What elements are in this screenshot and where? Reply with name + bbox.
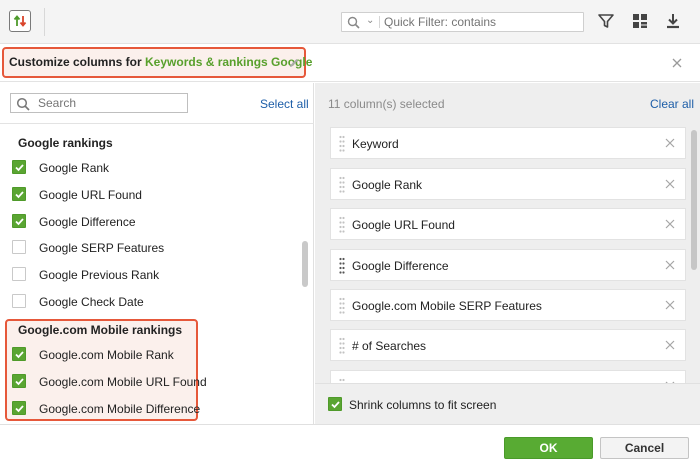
checkbox-checked[interactable]: [328, 397, 342, 411]
drag-handle-icon[interactable]: [339, 257, 345, 275]
group-title-google-rankings: Google rankings: [18, 136, 113, 150]
column-option-label: Google.com Mobile Difference: [39, 402, 201, 416]
column-option-google-difference[interactable]: Google Difference: [12, 214, 292, 232]
checkbox-checked[interactable]: [12, 214, 26, 228]
column-option-label: Google Previous Rank: [39, 268, 160, 282]
selected-column-partial[interactable]: [330, 370, 686, 383]
column-option-google-mobile-rank[interactable]: Google.com Mobile Rank: [12, 347, 292, 365]
shrink-columns-option[interactable]: Shrink columns to fit screen: [315, 383, 700, 424]
drag-handle-icon[interactable]: [339, 337, 345, 355]
column-option-google-mobile-url-found[interactable]: Google.com Mobile URL Found: [12, 374, 292, 392]
column-option-google-check-date[interactable]: Google Check Date: [12, 294, 292, 312]
selected-column-keyword[interactable]: Keyword: [330, 127, 686, 159]
selected-column-google-mobile-serp-features[interactable]: Google.com Mobile SERP Features: [330, 289, 686, 321]
selected-column-number-of-searches[interactable]: # of Searches: [330, 329, 686, 361]
column-option-label: Google Difference: [39, 215, 136, 229]
drag-handle-icon[interactable]: [339, 135, 345, 153]
checkbox-checked[interactable]: [12, 187, 26, 201]
dialog-footer: OK Cancel: [0, 424, 700, 468]
available-columns-pane: Select all Google rankings Google Rank G…: [0, 83, 314, 424]
column-option-google-url-found[interactable]: Google URL Found: [12, 187, 292, 205]
search-icon: [347, 16, 360, 29]
chevron-down-icon[interactable]: ⌄: [366, 15, 374, 26]
quick-filter-input[interactable]: [384, 14, 579, 30]
column-option-label: Google.com Mobile Rank: [39, 348, 174, 362]
column-option-label: Google SERP Features: [39, 241, 165, 255]
remove-icon[interactable]: [665, 179, 675, 189]
checkbox-checked[interactable]: [12, 160, 26, 174]
rank-tracker-icon[interactable]: [9, 10, 31, 32]
selected-columns-pane: 11 column(s) selected Clear all Keyword …: [315, 83, 700, 424]
checkbox-checked[interactable]: [12, 347, 26, 361]
remove-icon[interactable]: [665, 260, 675, 270]
remove-icon[interactable]: [665, 340, 675, 350]
remove-icon[interactable]: [665, 219, 675, 229]
selected-count: 11 column(s) selected: [328, 97, 445, 111]
left-scrollbar[interactable]: [302, 241, 308, 287]
remove-icon[interactable]: [665, 300, 675, 310]
dialog-header: Customize columns for Keywords & ranking…: [0, 44, 700, 82]
filter-icon[interactable]: [597, 12, 617, 32]
column-option-google-rank[interactable]: Google Rank: [12, 160, 292, 178]
shrink-columns-label: Shrink columns to fit screen: [349, 398, 497, 412]
select-all-link[interactable]: Select all: [260, 97, 309, 111]
column-option-google-previous-rank[interactable]: Google Previous Rank: [12, 267, 292, 285]
checkbox-unchecked[interactable]: [12, 267, 26, 281]
drag-handle-icon[interactable]: [339, 176, 345, 194]
pencil-icon[interactable]: [288, 57, 300, 69]
dialog-title: Customize columns for Keywords & ranking…: [2, 47, 312, 78]
search-input[interactable]: [38, 95, 183, 111]
column-search[interactable]: [10, 93, 188, 113]
layout-icon[interactable]: [631, 12, 651, 32]
quick-filter[interactable]: ⌄: [341, 12, 584, 32]
clear-all-link[interactable]: Clear all: [650, 97, 694, 111]
column-option-label: Google.com Mobile URL Found: [39, 375, 207, 389]
ok-button[interactable]: OK: [504, 437, 593, 459]
checkbox-unchecked[interactable]: [12, 294, 26, 308]
group-title-google-mobile-rankings: Google.com Mobile rankings: [18, 323, 183, 337]
column-option-label: Google URL Found: [39, 188, 142, 202]
selected-column-google-difference[interactable]: Google Difference: [330, 249, 686, 281]
drag-handle-icon[interactable]: [339, 216, 345, 234]
cancel-button[interactable]: Cancel: [600, 437, 689, 459]
selected-column-label: Keyword: [352, 137, 399, 151]
checkbox-checked[interactable]: [12, 374, 26, 388]
checkbox-checked[interactable]: [12, 401, 26, 415]
download-icon[interactable]: [664, 12, 684, 32]
dialog-title-prefix: Customize columns for: [9, 55, 146, 69]
checkbox-unchecked[interactable]: [12, 240, 26, 254]
top-toolbar: ⌄: [0, 0, 700, 44]
drag-handle-icon[interactable]: [339, 297, 345, 315]
close-icon[interactable]: [671, 57, 683, 69]
toolbar-divider: [44, 8, 45, 36]
selected-column-label: Google Difference: [352, 259, 449, 273]
column-option-label: Google Rank: [39, 161, 110, 175]
selected-column-google-rank[interactable]: Google Rank: [330, 168, 686, 200]
selected-column-label: Google Rank: [352, 178, 423, 192]
selected-column-label: Google.com Mobile SERP Features: [352, 299, 542, 313]
selected-column-google-url-found[interactable]: Google URL Found: [330, 208, 686, 240]
column-option-google-mobile-difference[interactable]: Google.com Mobile Difference: [12, 401, 292, 419]
selected-column-label: Google URL Found: [352, 218, 455, 232]
remove-icon[interactable]: [665, 138, 675, 148]
column-option-label: Google Check Date: [39, 295, 144, 309]
right-scrollbar[interactable]: [691, 130, 697, 270]
column-option-google-serp-features[interactable]: Google SERP Features: [12, 240, 292, 258]
selected-column-label: # of Searches: [352, 339, 427, 353]
search-icon: [16, 97, 30, 111]
